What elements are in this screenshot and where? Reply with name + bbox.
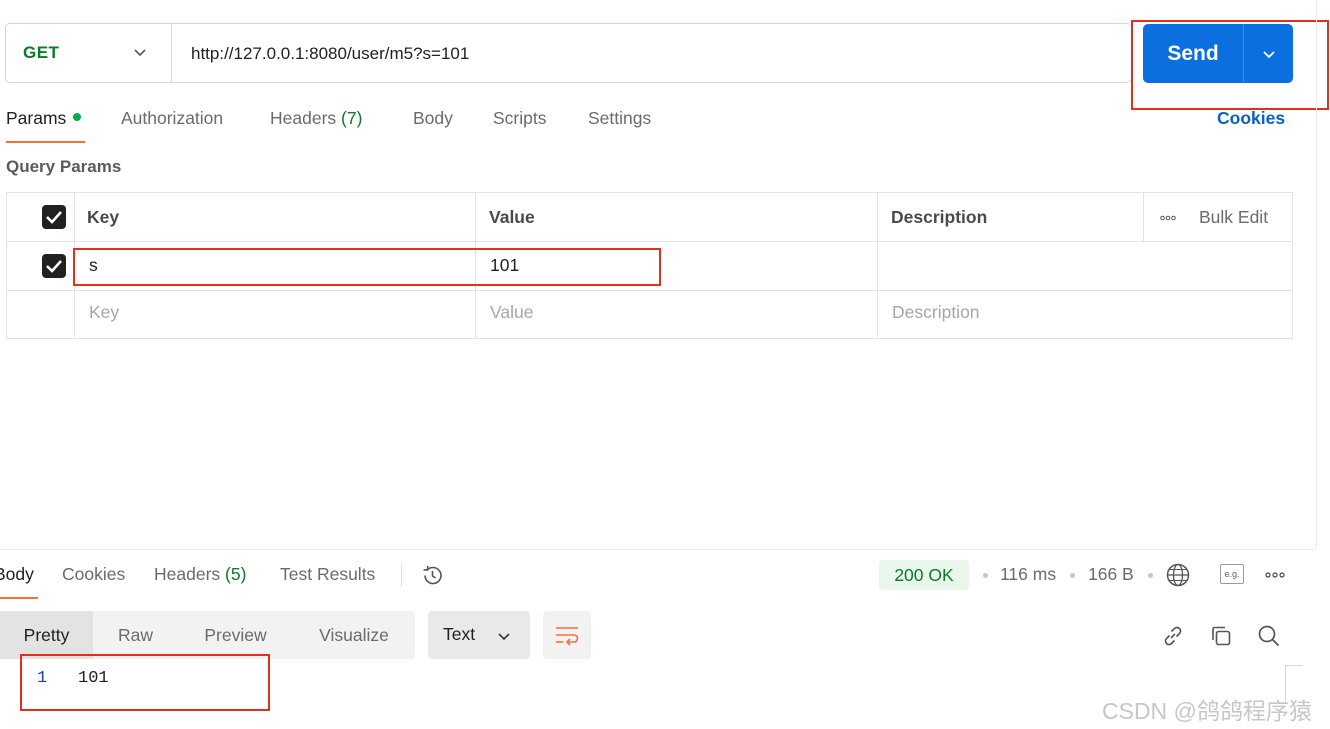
url-input[interactable] — [173, 24, 1093, 84]
select-all-checkbox[interactable] — [42, 205, 66, 229]
method-select[interactable]: GET — [6, 24, 172, 82]
view-visualize-button[interactable]: Visualize — [293, 611, 415, 659]
wrap-icon — [556, 627, 579, 646]
view-preview-button[interactable]: Preview — [178, 611, 293, 659]
active-tab-underline — [6, 141, 85, 143]
wrap-lines-button[interactable] — [543, 611, 591, 659]
new-key-input[interactable]: Key — [89, 302, 119, 323]
query-params-title: Query Params — [6, 157, 122, 176]
example-icon[interactable]: e.g. — [1220, 564, 1244, 584]
response-tab-headers[interactable]: Headers (5) — [154, 564, 246, 585]
send-button-group: Send — [1143, 24, 1293, 83]
response-headers-count: (5) — [225, 564, 247, 584]
view-pretty-button[interactable]: Pretty — [0, 611, 93, 659]
send-options-button[interactable] — [1244, 24, 1293, 83]
tab-params[interactable]: Params — [6, 108, 82, 129]
response-tab-test-results[interactable]: Test Results — [280, 564, 375, 585]
separator-dot — [1148, 573, 1153, 578]
tab-body[interactable]: Body — [413, 108, 453, 129]
response-tab-body[interactable]: Body — [0, 564, 34, 585]
format-label: Text — [443, 624, 476, 644]
method-label: GET — [23, 43, 60, 62]
query-params-table: Key Value Description Bulk Edit s 101 Ke… — [6, 192, 1293, 339]
table-divider — [475, 193, 476, 338]
chevron-down-icon — [1262, 50, 1275, 58]
annotation-box-response — [20, 654, 270, 711]
column-header-description: Description — [891, 207, 988, 227]
active-response-tab-underline — [0, 597, 38, 599]
link-icon[interactable] — [1160, 623, 1186, 649]
table-divider — [7, 290, 1292, 291]
tab-headers-label: Headers — [270, 108, 337, 128]
view-mode-group: Pretty Raw Preview Visualize — [0, 611, 415, 659]
tab-headers[interactable]: Headers (7) — [270, 108, 362, 129]
more-icon[interactable] — [1160, 215, 1176, 221]
response-body-line[interactable]: 101 — [78, 669, 109, 688]
chevron-down-icon — [134, 49, 146, 57]
globe-icon[interactable] — [1165, 562, 1191, 588]
new-value-input[interactable]: Value — [490, 302, 533, 323]
tab-scripts[interactable]: Scripts — [493, 108, 546, 129]
chevron-down-icon — [498, 633, 510, 641]
table-divider — [7, 241, 1292, 242]
cookies-link[interactable]: Cookies — [1217, 108, 1285, 129]
tab-authorization[interactable]: Authorization — [121, 108, 223, 129]
search-icon[interactable] — [1256, 623, 1282, 649]
format-select[interactable]: Text — [428, 611, 530, 659]
table-divider — [877, 193, 878, 338]
request-url-bar: GET — [5, 23, 1132, 84]
checkmark-icon — [46, 260, 62, 273]
more-icon[interactable] — [1265, 572, 1285, 578]
response-time[interactable]: 116 ms — [1000, 564, 1056, 585]
status-badge[interactable]: 200 OK — [879, 560, 969, 590]
line-number: 1 — [37, 669, 48, 688]
response-tab-headers-label: Headers — [154, 564, 221, 584]
column-header-value: Value — [489, 207, 535, 227]
response-tab-cookies[interactable]: Cookies — [62, 564, 125, 585]
response-size[interactable]: 166 B — [1088, 564, 1134, 585]
bulk-edit-button[interactable]: Bulk Edit — [1199, 207, 1268, 228]
tab-params-label: Params — [6, 108, 67, 128]
tab-separator — [401, 564, 402, 586]
panel-divider — [0, 549, 1316, 550]
headers-count: (7) — [341, 108, 363, 128]
table-divider — [1143, 193, 1144, 241]
param-value-cell[interactable]: 101 — [490, 255, 519, 276]
send-button[interactable]: Send — [1143, 24, 1243, 83]
history-icon[interactable] — [420, 563, 445, 588]
new-description-input[interactable]: Description — [892, 302, 980, 323]
param-key-cell[interactable]: s — [89, 255, 98, 276]
table-divider — [74, 193, 75, 338]
checkmark-icon — [46, 211, 62, 224]
tab-settings[interactable]: Settings — [588, 108, 651, 129]
panel-border — [1316, 0, 1317, 549]
separator-dot — [983, 573, 988, 578]
param-row-checkbox[interactable] — [42, 254, 66, 278]
view-raw-button[interactable]: Raw — [93, 611, 178, 659]
column-header-key: Key — [87, 207, 120, 227]
params-active-dot — [73, 113, 82, 122]
separator-dot — [1070, 573, 1075, 578]
copy-icon[interactable] — [1208, 623, 1234, 649]
watermark: CSDN @鸽鸽程序猿 — [1102, 698, 1312, 724]
